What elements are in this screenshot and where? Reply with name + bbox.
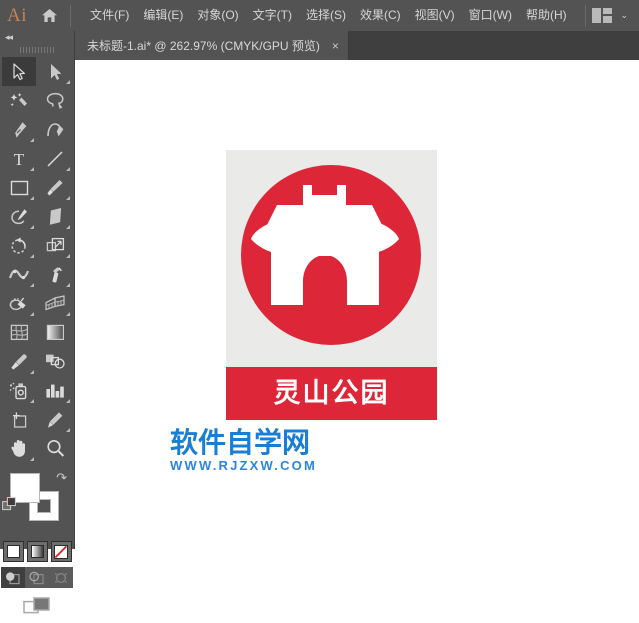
shape-builder-tool[interactable] (2, 289, 36, 318)
tool-flyout-indicator[interactable] (66, 196, 70, 200)
selection-tool[interactable] (2, 57, 36, 86)
rectangle-tool[interactable] (2, 173, 36, 202)
site-watermark: 软件自学网 WWW.RJZXW.COM (170, 428, 400, 474)
tool-flyout-indicator[interactable] (66, 80, 70, 84)
tools-panel: ◂◂ T ↷ (0, 31, 75, 614)
magic-wand-tool[interactable] (2, 86, 36, 115)
column-graph-tool[interactable] (38, 376, 72, 405)
menu-type[interactable]: 文字(T) (246, 0, 299, 31)
drawing-mode-buttons (0, 567, 74, 588)
line-segment-tool[interactable] (38, 144, 72, 173)
tool-flyout-indicator[interactable] (30, 457, 34, 461)
chevron-down-icon[interactable]: ⌄ (617, 0, 631, 31)
lasso-tool[interactable] (38, 86, 72, 115)
tool-flyout-indicator[interactable] (66, 167, 70, 171)
artboard-tool[interactable] (2, 405, 36, 434)
menu-item-list: 文件(F) 编辑(E) 对象(O) 文字(T) 选择(S) 效果(C) 视图(V… (83, 0, 574, 31)
tool-flyout-indicator[interactable] (66, 399, 70, 403)
fill-stroke-controls: ↷ (0, 469, 75, 539)
menu-bar: Ai 文件(F) 编辑(E) 对象(O) 文字(T) 选择(S) 效果(C) 视… (0, 0, 639, 31)
curvature-tool[interactable] (38, 115, 72, 144)
tool-flyout-indicator[interactable] (66, 283, 70, 287)
home-icon[interactable] (34, 0, 64, 31)
menu-divider (70, 4, 71, 27)
slice-tool[interactable] (38, 405, 72, 434)
svg-text:T: T (14, 150, 25, 168)
banner-label: 灵山公园 (273, 378, 390, 409)
zoom-tool[interactable] (38, 434, 72, 463)
illustrator-window: Ai 文件(F) 编辑(E) 对象(O) 文字(T) 选择(S) 效果(C) 视… (0, 0, 639, 614)
color-mode-buttons (0, 541, 74, 562)
document-tab-bar: 未标题-1.ai* @ 262.97% (CMYK/GPU 预览) × (75, 31, 639, 60)
app-logo: Ai (7, 5, 27, 26)
paintbrush-tool[interactable] (38, 173, 72, 202)
chinese-gate-tower-icon[interactable] (241, 165, 421, 345)
tool-grid: T (0, 57, 74, 463)
hand-tool[interactable] (2, 434, 36, 463)
tool-flyout-indicator[interactable] (30, 138, 34, 142)
swap-fill-stroke-icon[interactable]: ↷ (56, 470, 67, 486)
menu-view[interactable]: 视图(V) (408, 0, 462, 31)
watermark-url: WWW.RJZXW.COM (170, 458, 318, 474)
tool-flyout-indicator[interactable] (66, 254, 70, 258)
workspace-switcher-icon[interactable] (592, 8, 613, 23)
logo-banner[interactable]: 灵山公园 (226, 367, 437, 420)
type-tool[interactable]: T (2, 144, 36, 173)
mesh-tool[interactable] (2, 318, 36, 347)
tool-flyout-indicator[interactable] (30, 312, 34, 316)
draw-behind-button[interactable] (25, 567, 49, 588)
default-fill-stroke-icon[interactable] (2, 497, 17, 517)
pen-tool[interactable] (2, 115, 36, 144)
gradient-tool[interactable] (38, 318, 72, 347)
document-canvas[interactable]: 灵山公园 软件自学网 WWW.RJZXW.COM (75, 60, 639, 549)
menu-edit[interactable]: 编辑(E) (136, 0, 190, 31)
watermark-title: 软件自学网 (170, 426, 311, 459)
menu-select[interactable]: 选择(S) (299, 0, 353, 31)
panel-drag-handle[interactable] (0, 44, 74, 55)
menu-object[interactable]: 对象(O) (190, 0, 245, 31)
eyedropper-tool[interactable] (2, 347, 36, 376)
tool-flyout-indicator[interactable] (30, 370, 34, 374)
menu-window[interactable]: 窗口(W) (462, 0, 519, 31)
width-tool[interactable] (2, 260, 36, 289)
blend-tool[interactable] (38, 347, 72, 376)
shaper-tool[interactable] (2, 202, 36, 231)
gradient-mode-button[interactable] (26, 541, 48, 562)
draw-normal-button[interactable] (1, 567, 25, 588)
tool-flyout-indicator[interactable] (30, 167, 34, 171)
collapse-panel-button[interactable]: ◂◂ (0, 31, 74, 44)
color-mode-button[interactable] (2, 541, 24, 562)
close-icon[interactable]: × (332, 40, 339, 52)
none-mode-button[interactable] (50, 541, 72, 562)
tool-flyout-indicator[interactable] (30, 283, 34, 287)
free-transform-tool[interactable] (38, 260, 72, 289)
symbol-sprayer-tool[interactable] (2, 376, 36, 405)
tool-flyout-indicator[interactable] (30, 196, 34, 200)
tool-flyout-indicator[interactable] (30, 254, 34, 258)
rotate-tool[interactable] (2, 231, 36, 260)
tool-flyout-indicator[interactable] (30, 225, 34, 229)
menu-bar-right: ⌄ (579, 0, 639, 31)
menu-divider-right (585, 4, 587, 27)
perspective-grid-tool[interactable] (38, 289, 72, 318)
direct-selection-tool[interactable] (38, 57, 72, 86)
eraser-tool[interactable] (38, 202, 72, 231)
tool-flyout-indicator[interactable] (66, 312, 70, 316)
menu-effect[interactable]: 效果(C) (353, 0, 408, 31)
change-screen-mode-button[interactable] (23, 596, 51, 623)
tool-flyout-indicator[interactable] (66, 428, 70, 432)
document-tab-title: 未标题-1.ai* @ 262.97% (CMYK/GPU 预览) (87, 39, 320, 53)
menu-file[interactable]: 文件(F) (83, 0, 136, 31)
draw-inside-button[interactable] (49, 567, 73, 588)
screen-mode-row (0, 596, 74, 623)
tool-flyout-indicator[interactable] (30, 399, 34, 403)
scale-tool[interactable] (38, 231, 72, 260)
tool-flyout-indicator[interactable] (66, 225, 70, 229)
menu-help[interactable]: 帮助(H) (519, 0, 574, 31)
document-tab[interactable]: 未标题-1.ai* @ 262.97% (CMYK/GPU 预览) × (75, 31, 349, 60)
